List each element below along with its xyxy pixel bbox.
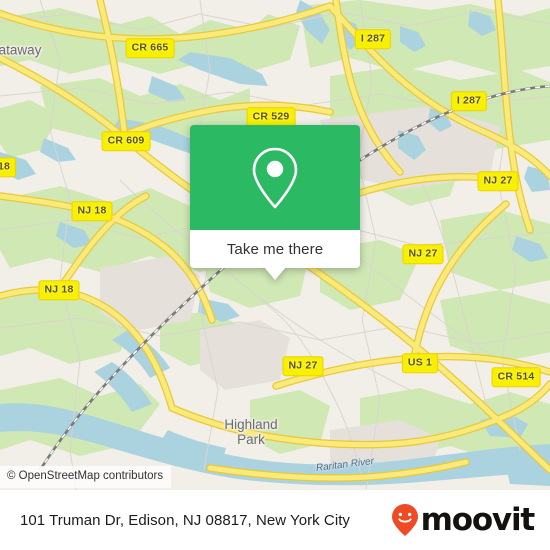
road-shield: US 1 (401, 353, 439, 373)
road-shield: NJ 18 (71, 201, 113, 221)
road-shield: NJ 27 (477, 171, 519, 191)
destination-callout[interactable]: Take me there (190, 125, 360, 280)
take-me-there-label: Take me there (226, 240, 324, 258)
address-bar: 101 Truman Dr, Edison, NJ 08817, New Yor… (0, 490, 550, 550)
moovit-pin-icon (391, 504, 418, 536)
road-shield: NJ 18 (38, 280, 80, 300)
road-shield: CR 665 (125, 38, 175, 58)
map-pin-icon (252, 147, 298, 208)
road-shield: CR 609 (101, 131, 151, 151)
road-shield: I 287 (450, 91, 488, 111)
road-shield: CR 529 (246, 107, 296, 127)
moovit-wordmark: moovit (420, 501, 536, 538)
callout-icon-panel (190, 125, 360, 230)
map-canvas[interactable]: CR 665 I 287 I 287 CR 529 CR 609 NJ 27 18 NJ 18… (0, 0, 550, 490)
road-shield: CR 514 (491, 367, 541, 387)
road-shield: NJ 27 (282, 356, 324, 376)
moovit-map-screen: CR 665 I 287 I 287 CR 529 CR 609 NJ 27 18 NJ 18… (0, 0, 550, 550)
callout-action-panel[interactable]: Take me there (190, 230, 360, 280)
moovit-logo[interactable]: moovit (390, 501, 536, 538)
road-shield: NJ 27 (402, 244, 444, 264)
callout-pointer (264, 267, 286, 280)
road-shield: 18 (0, 157, 17, 177)
map-attribution[interactable]: © OpenStreetMap contributors (0, 466, 172, 488)
road-shield: I 287 (354, 29, 392, 49)
address-label: 101 Truman Dr, Edison, NJ 08817, New Yor… (20, 511, 350, 529)
